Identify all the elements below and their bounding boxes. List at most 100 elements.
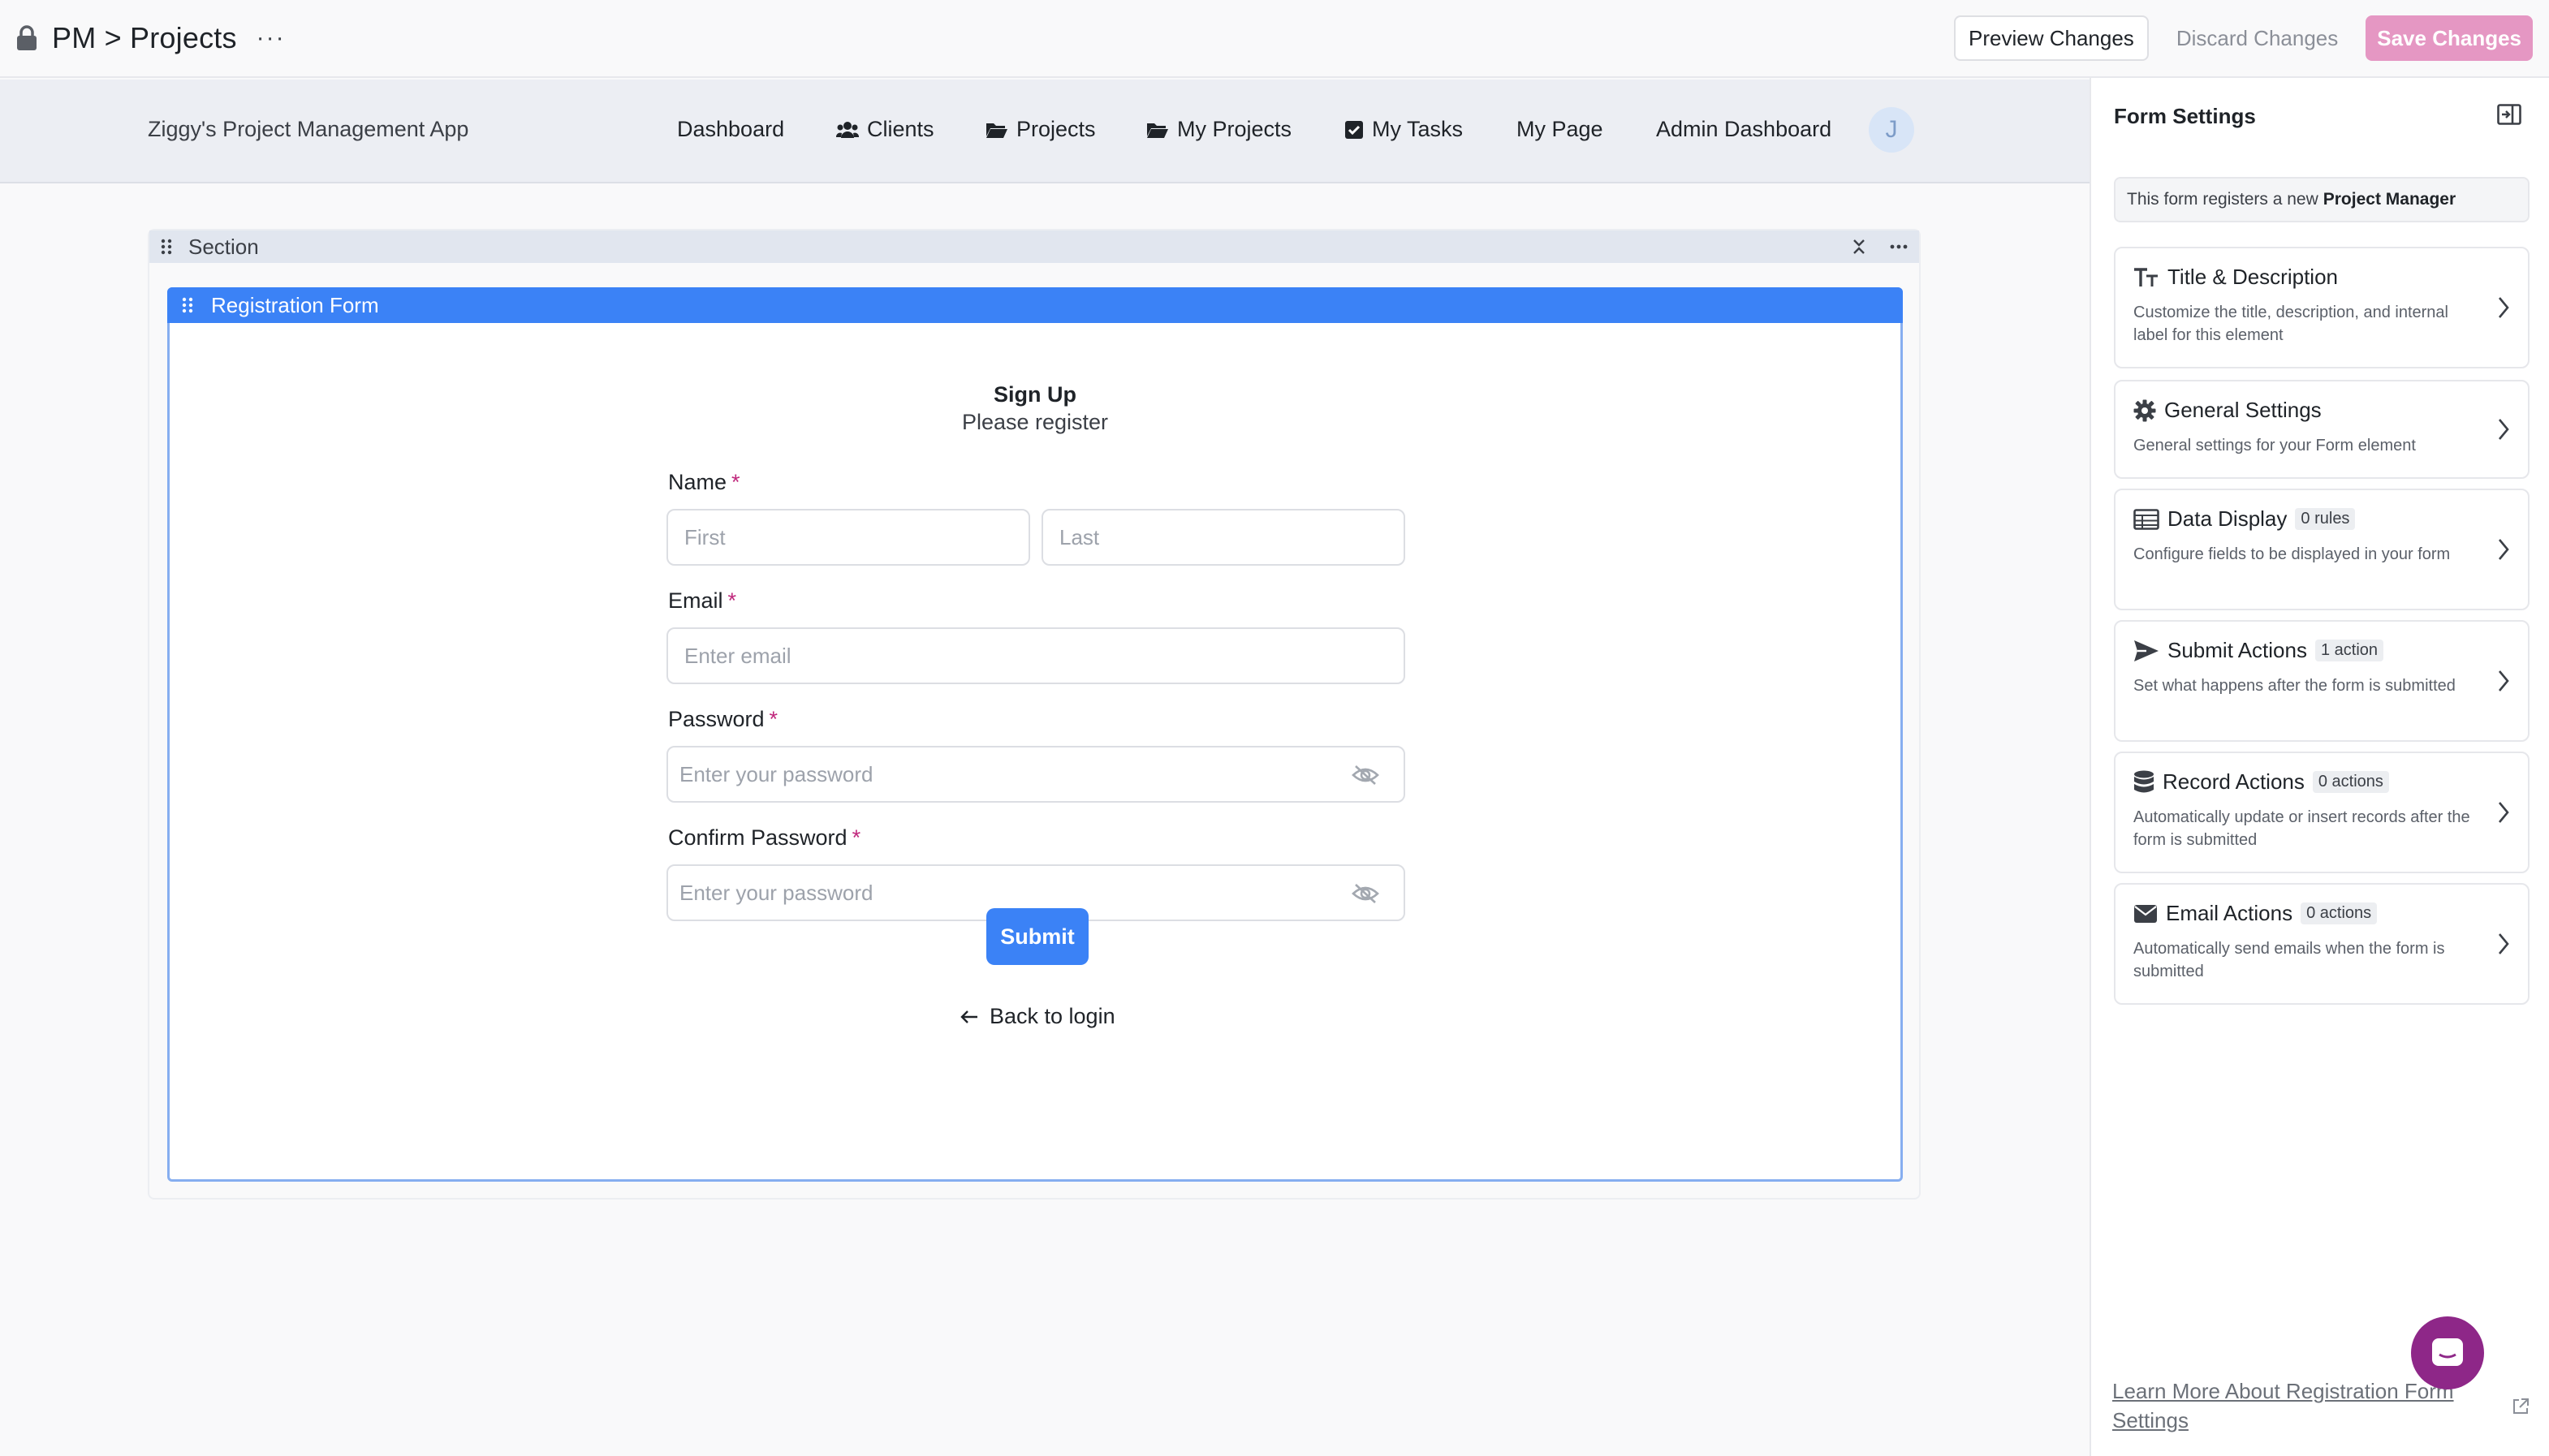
registration-form-element[interactable]: Registration Form Sign Up Please registe… — [167, 287, 1903, 1182]
checkbox-icon — [1345, 120, 1363, 139]
card-description: Customize the title, description, and in… — [2133, 304, 2448, 344]
app-title[interactable]: Ziggy's Project Management App — [148, 117, 468, 142]
nav-clients[interactable]: Clients — [836, 117, 934, 142]
input-placeholder: Enter your password — [679, 761, 873, 786]
back-to-login-link[interactable]: Back to login — [960, 1004, 1115, 1029]
card-title: Data Display — [2167, 506, 2288, 531]
card-description: General settings for your Form element — [2133, 437, 2416, 454]
database-icon — [2134, 770, 2154, 792]
name-label: Name * — [668, 470, 740, 495]
card-title: Email Actions — [2166, 901, 2293, 925]
nav-projects[interactable]: Projects — [986, 117, 1096, 142]
more-options-icon[interactable]: ··· — [257, 24, 286, 52]
breadcrumb[interactable]: PM > Projects — [52, 21, 237, 55]
email-actions-card[interactable]: Email Actions 0 actions Automatically se… — [2114, 883, 2530, 1005]
required-mark: * — [727, 588, 737, 613]
eye-slash-icon[interactable] — [1352, 764, 1379, 786]
form-element-label: Registration Form — [211, 292, 379, 317]
card-title: General Settings — [2164, 398, 2322, 422]
password-label: Password * — [668, 707, 778, 732]
card-description: Set what happens after the form is submi… — [2133, 677, 2456, 695]
last-name-input[interactable]: Last — [1042, 509, 1405, 566]
input-placeholder: First — [684, 524, 726, 549]
page-canvas: Ziggy's Project Management App Dashboard… — [0, 80, 2090, 1456]
submit-button[interactable]: Submit — [986, 908, 1089, 965]
arrow-left-icon — [960, 1010, 977, 1023]
required-mark: * — [731, 470, 740, 494]
chevron-right-icon — [2499, 933, 2509, 954]
folder-open-icon — [1147, 123, 1168, 138]
nav-label: My Projects — [1177, 117, 1292, 141]
form-settings-panel: Form Settings This form registers a new P… — [2090, 78, 2549, 1456]
label-text: Password — [668, 707, 765, 731]
confirm-password-label: Confirm Password * — [668, 825, 860, 851]
title-description-card[interactable]: Title & Description Customize the title,… — [2114, 247, 2530, 368]
chevron-right-icon — [2499, 419, 2509, 440]
gear-icon — [2133, 399, 2156, 421]
nav-label: My Tasks — [1372, 117, 1464, 141]
editor-topbar: PM > Projects ··· Preview Changes Discar… — [0, 0, 2549, 78]
actions-count-badge: 0 actions — [2312, 771, 2389, 793]
card-title: Submit Actions — [2167, 638, 2307, 662]
nav-dashboard[interactable]: Dashboard — [677, 117, 784, 142]
card-title: Record Actions — [2163, 769, 2305, 794]
section-header[interactable]: Section — [149, 230, 1919, 263]
input-placeholder: Last — [1059, 524, 1100, 549]
input-placeholder: Enter email — [684, 643, 791, 668]
card-description: Automatically update or insert records a… — [2133, 808, 2470, 849]
form-title: Sign Up — [994, 382, 1076, 407]
collapse-icon[interactable] — [1852, 239, 1865, 255]
section-tools — [1852, 239, 1908, 255]
nav-label: Admin Dashboard — [1656, 117, 1832, 141]
section-block[interactable]: Section Registration Form Sign Up Please… — [148, 229, 1921, 1200]
input-placeholder: Enter your password — [679, 880, 873, 905]
record-actions-card[interactable]: Record Actions 0 actions Automatically u… — [2114, 752, 2530, 873]
back-link-label: Back to login — [990, 1004, 1115, 1028]
nav-my-tasks[interactable]: My Tasks — [1344, 117, 1463, 142]
info-role: Project Manager — [2323, 190, 2456, 209]
nav-my-page[interactable]: My Page — [1516, 117, 1603, 142]
data-display-card[interactable]: Data Display 0 rules Configure fields to… — [2114, 489, 2530, 610]
app-navbar: Ziggy's Project Management App Dashboard… — [0, 80, 2090, 183]
topbar-actions: Preview Changes Discard Changes Save Cha… — [1954, 15, 2533, 61]
nav-my-projects[interactable]: My Projects — [1146, 117, 1292, 142]
first-name-input[interactable]: First — [666, 509, 1030, 566]
password-field[interactable]: Enter your password — [666, 746, 1405, 803]
chevron-right-icon — [2499, 539, 2509, 560]
eye-slash-icon[interactable] — [1352, 882, 1379, 905]
rules-count-badge: 0 rules — [2295, 508, 2356, 530]
nav-admin-dashboard[interactable]: Admin Dashboard — [1656, 117, 1831, 142]
drag-handle-icon[interactable] — [161, 238, 172, 256]
label-text: Email — [668, 588, 723, 613]
actions-count-badge: 1 action — [2314, 640, 2384, 661]
form-subtitle: Please register — [961, 410, 1109, 434]
envelope-icon — [2134, 904, 2157, 923]
save-changes-button[interactable]: Save Changes — [2366, 15, 2533, 61]
actions-count-badge: 0 actions — [2301, 902, 2378, 924]
nav-label: My Page — [1516, 117, 1603, 141]
card-title: Title & Description — [2167, 265, 2338, 289]
chat-launcher-button[interactable] — [2411, 1316, 2484, 1389]
section-label: Section — [188, 234, 259, 259]
chevron-right-icon — [2499, 297, 2509, 318]
send-icon — [2134, 640, 2159, 661]
external-link-icon[interactable] — [2512, 1398, 2530, 1415]
submit-actions-card[interactable]: Submit Actions 1 action Set what happens… — [2114, 620, 2530, 742]
more-options-icon[interactable] — [1890, 244, 1908, 249]
table-icon — [2133, 508, 2159, 530]
label-text: Name — [668, 470, 727, 494]
form-info-box: This form registers a new Project Manager — [2114, 177, 2530, 222]
form-element-header[interactable]: Registration Form — [167, 287, 1903, 323]
folder-open-icon — [986, 123, 1007, 138]
preview-changes-button[interactable]: Preview Changes — [1954, 15, 2149, 61]
users-icon — [836, 121, 859, 138]
discard-changes-button[interactable]: Discard Changes — [2172, 15, 2343, 61]
email-field[interactable]: Enter email — [666, 627, 1405, 684]
nav-label: Projects — [1016, 117, 1096, 141]
required-mark: * — [852, 825, 861, 850]
collapse-panel-icon[interactable] — [2497, 104, 2521, 125]
avatar[interactable]: J — [1869, 107, 1914, 153]
drag-handle-icon[interactable] — [182, 296, 193, 314]
chevron-right-icon — [2499, 670, 2509, 691]
general-settings-card[interactable]: General Settings General settings for yo… — [2114, 380, 2530, 479]
